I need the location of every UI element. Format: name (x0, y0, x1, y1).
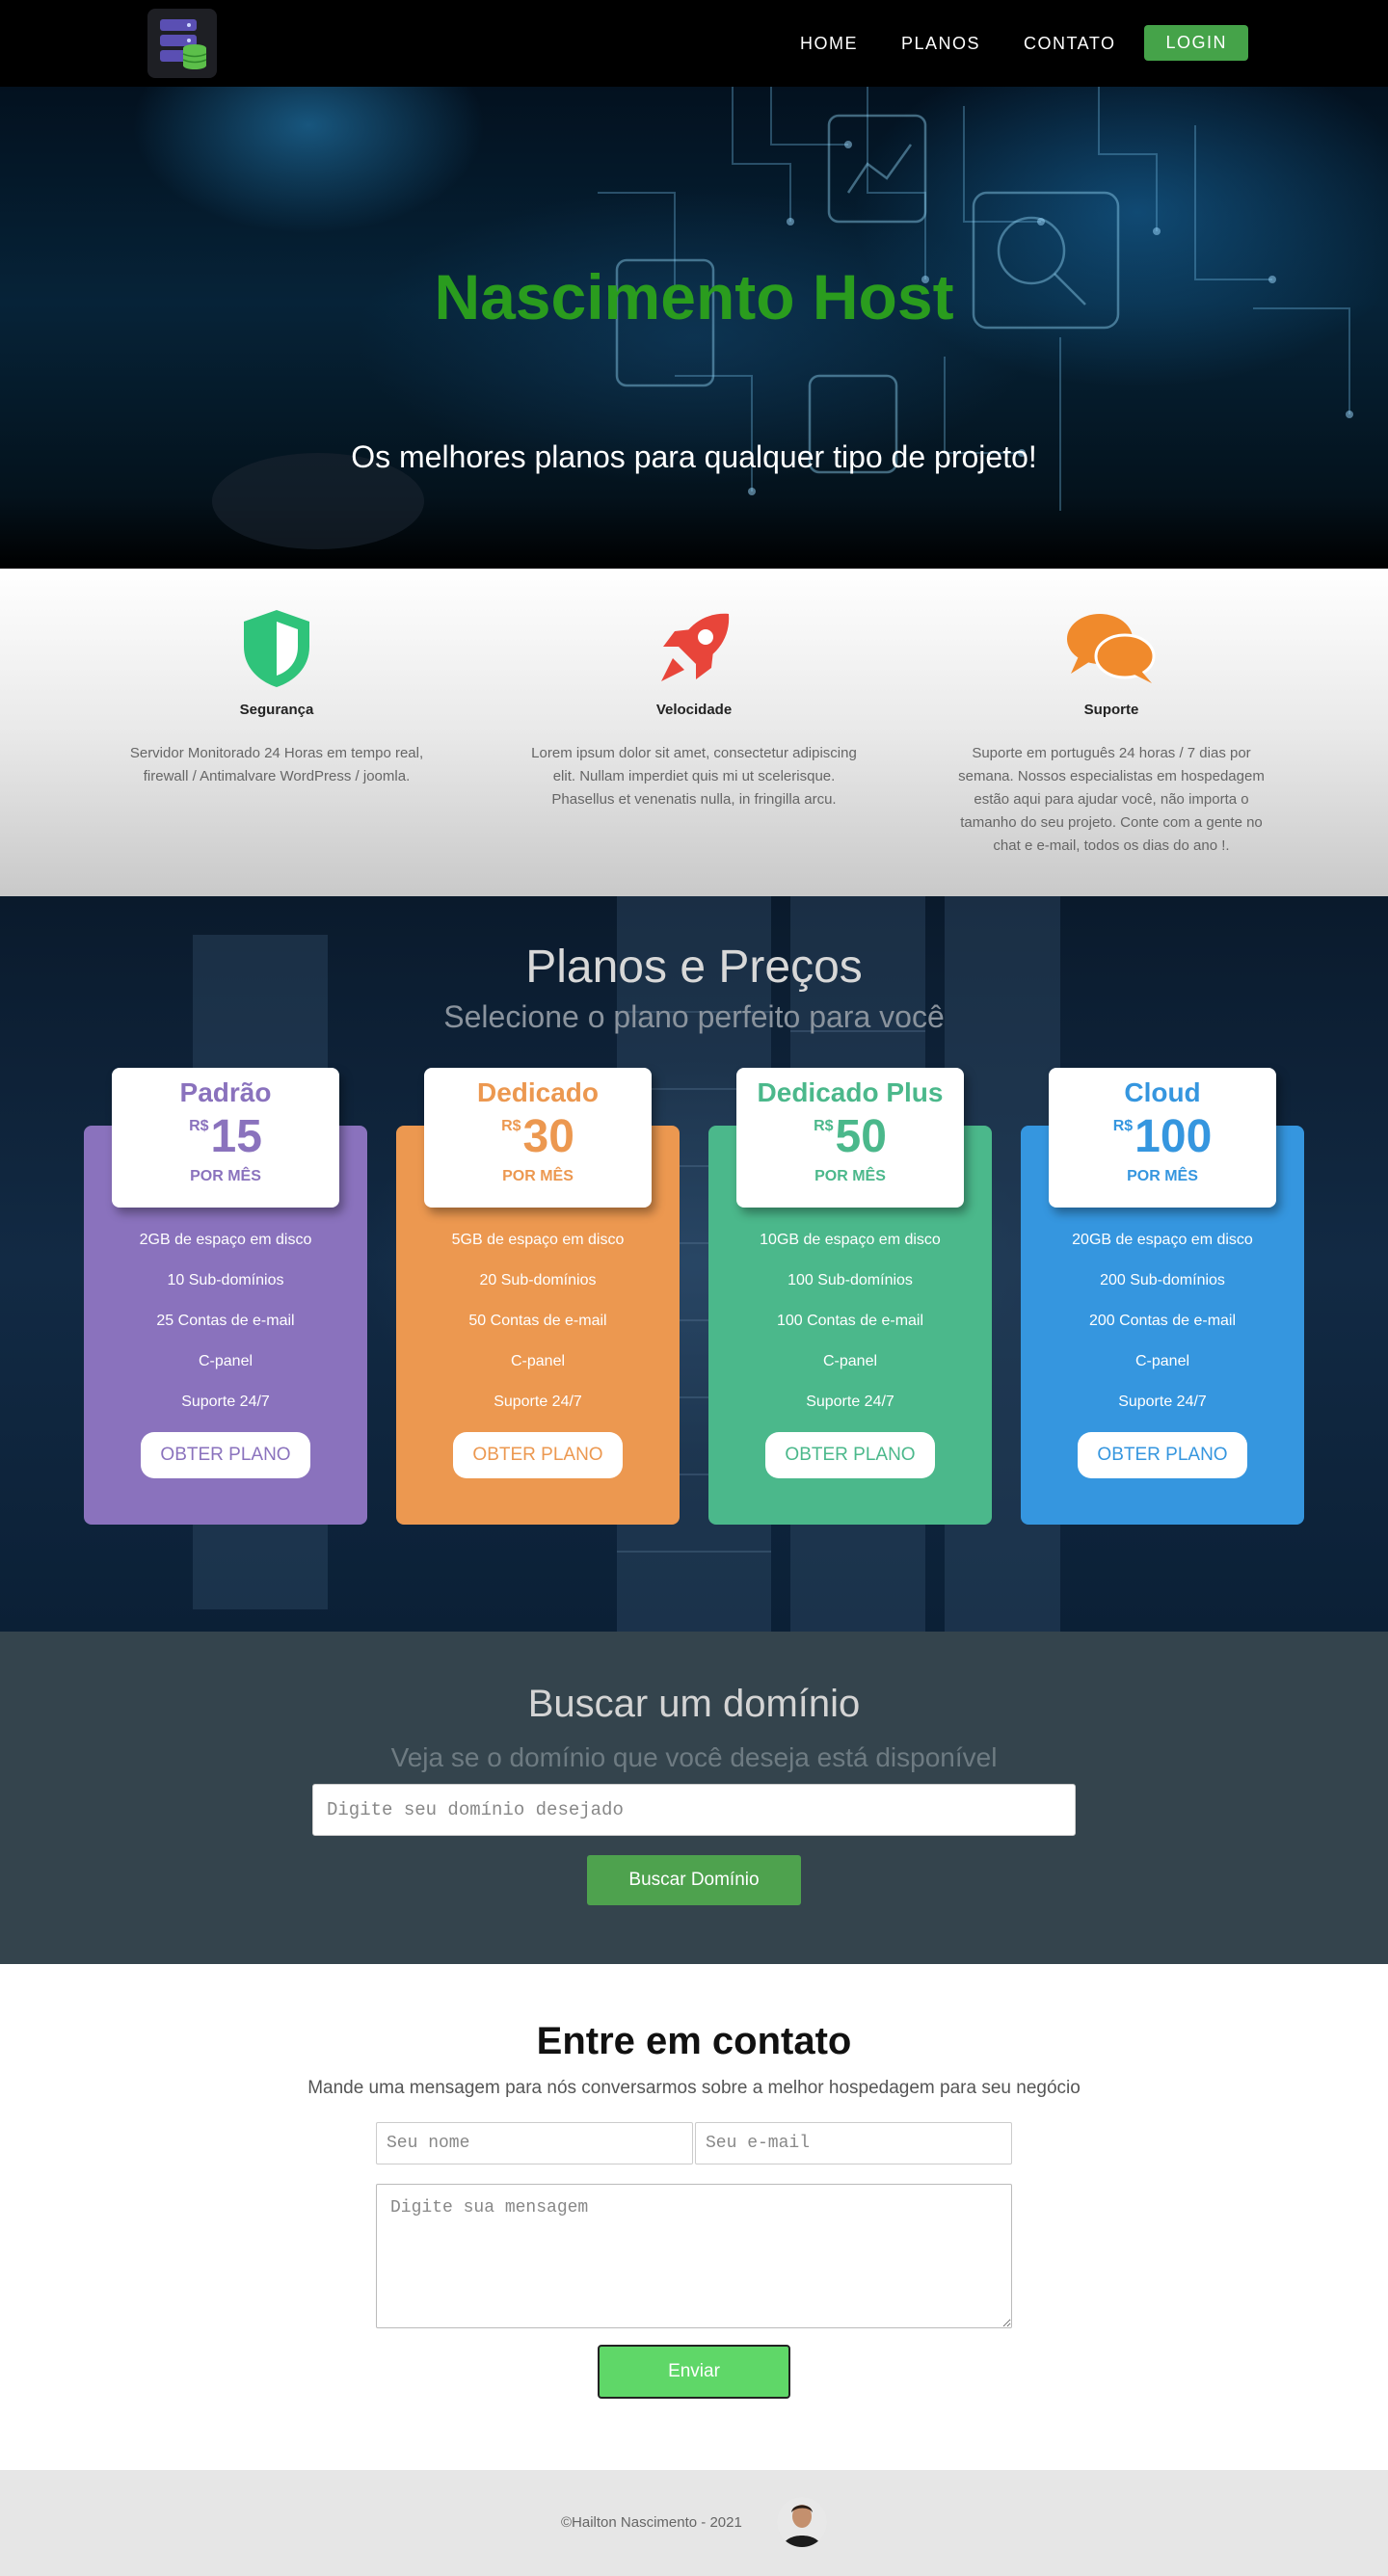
plan-feature: Suporte 24/7 (806, 1394, 894, 1410)
contact-subtitle: Mande uma mensagem para nós conversarmos… (307, 2078, 1081, 2098)
shield-icon (244, 610, 309, 687)
plan-currency: R$ (189, 1118, 209, 1134)
plan-name: Cloud (1124, 1077, 1201, 1107)
plan-price-value: 100 (1134, 1111, 1213, 1162)
feature-text: Suporte em português 24 horas / 7 dias p… (958, 745, 1265, 854)
rocket-icon (661, 613, 730, 681)
plan-period: POR MÊS (190, 1168, 261, 1184)
logo[interactable] (147, 9, 217, 78)
nav-planos-link[interactable]: PLANOS (901, 26, 980, 61)
plan-period: POR MÊS (814, 1168, 886, 1184)
plan-feature: Suporte 24/7 (1118, 1394, 1207, 1410)
domain-subtitle: Veja se o domínio que você deseja está d… (390, 1742, 998, 1772)
footer: ©Hailton Nascimento - 2021 (0, 2470, 1388, 2576)
plan-feature: Suporte 24/7 (494, 1394, 582, 1410)
feature-title: Suporte (1083, 702, 1139, 718)
plan-feature: C-panel (510, 1353, 566, 1369)
plan-price: R$ 100 (1049, 1112, 1276, 1162)
nav-contato-link[interactable]: CONTATO (1024, 26, 1116, 61)
plan-feature: 20 Sub-domínios (479, 1272, 597, 1288)
plan-header: Dedicado R$ 30 POR MÊS (424, 1068, 652, 1208)
obter-plano-button[interactable]: OBTER PLANO (453, 1432, 623, 1478)
top-navbar: HOME PLANOS CONTATO LOGIN (0, 0, 1388, 87)
plan-price-value: 50 (835, 1111, 887, 1162)
contact-title: Entre em contato (536, 2020, 852, 2062)
plan-card-dedicado: Dedicado R$ 30 POR MÊS 5GB de espaço em … (396, 1068, 680, 1525)
domain-search-input[interactable] (312, 1784, 1076, 1836)
plans-title: Planos e Preços (525, 942, 863, 993)
plan-price: R$ 15 (112, 1112, 339, 1162)
plan-header: Padrão R$ 15 POR MÊS (112, 1068, 339, 1208)
hero-subtitle: Os melhores planos para qualquer tipo de… (351, 439, 1037, 474)
plan-feature: 25 Contas de e-mail (156, 1313, 295, 1329)
feature-text: Lorem ipsum dolor sit amet, consectetur … (531, 745, 857, 808)
copyright-text: ©Hailton Nascimento - 2021 (561, 2514, 742, 2531)
name-field[interactable] (376, 2122, 693, 2164)
feature-title: Segurança (239, 702, 314, 718)
plan-currency: R$ (1112, 1118, 1134, 1134)
email-field[interactable] (695, 2122, 1012, 2164)
plan-feature: 200 Contas de e-mail (1088, 1313, 1237, 1329)
plan-currency: R$ (501, 1118, 521, 1134)
obter-plano-button[interactable]: OBTER PLANO (1078, 1432, 1247, 1478)
hero-banner: Nascimento Host Os melhores planos para … (0, 87, 1388, 569)
chat-bubbles-icon (1067, 614, 1156, 683)
plan-feature: 50 Contas de e-mail (468, 1313, 607, 1329)
plans-section: Planos e Preços Selecione o plano perfei… (0, 896, 1388, 1632)
feature-velocidade: Velocidade Lorem ipsum dolor sit amet, c… (530, 605, 858, 811)
hero-title: Nascimento Host (434, 261, 954, 332)
plan-feature: 20GB de espaço em disco (1072, 1232, 1253, 1248)
plan-feature: 2GB de espaço em disco (139, 1232, 312, 1248)
plan-card-dedicado-plus: Dedicado Plus R$ 50 POR MÊS 10GB de espa… (708, 1068, 992, 1525)
domain-search-section: Buscar um domínio Veja se o domínio que … (0, 1632, 1388, 1964)
obter-plano-button[interactable]: OBTER PLANO (765, 1432, 935, 1478)
plan-feature: 100 Sub-domínios (787, 1272, 913, 1288)
plan-name: Dedicado (476, 1077, 600, 1107)
plan-feature: 100 Contas de e-mail (776, 1313, 924, 1329)
plan-card-padrao: Padrão R$ 15 POR MÊS 2GB de espaço em di… (84, 1068, 367, 1525)
plans-subtitle: Selecione o plano perfeito para você (443, 999, 945, 1034)
nav-home-link[interactable]: HOME (800, 26, 858, 61)
message-field[interactable] (376, 2184, 1012, 2328)
plan-feature: C-panel (198, 1353, 254, 1369)
nav-menu: HOME PLANOS CONTATO LOGIN (757, 25, 1248, 61)
plan-feature: 10 Sub-domínios (167, 1272, 284, 1288)
domain-title: Buscar um domínio (527, 1683, 861, 1725)
buscar-dominio-button[interactable]: Buscar Domínio (587, 1855, 801, 1905)
server-database-icon (160, 19, 207, 69)
obter-plano-button[interactable]: OBTER PLANO (141, 1432, 310, 1478)
plan-name: Dedicado Plus (757, 1077, 944, 1107)
plan-feature: Suporte 24/7 (181, 1394, 270, 1410)
plan-feature: 10GB de espaço em disco (760, 1232, 941, 1248)
plan-price-value: 15 (210, 1111, 262, 1162)
plan-features: 5GB de espaço em disco 20 Sub-domínios 5… (396, 1230, 680, 1432)
plan-name: Padrão (179, 1077, 272, 1107)
plan-header: Dedicado Plus R$ 50 POR MÊS (736, 1068, 964, 1208)
plan-features: 2GB de espaço em disco 10 Sub-domínios 2… (84, 1230, 367, 1432)
plan-features: 20GB de espaço em disco 200 Sub-domínios… (1021, 1230, 1304, 1432)
plan-price: R$ 50 (736, 1112, 964, 1162)
features-section: Segurança Servidor Monitorado 24 Horas e… (0, 569, 1388, 896)
feature-text: Servidor Monitorado 24 Horas em tempo re… (129, 745, 424, 784)
feature-seguranca: Segurança Servidor Monitorado 24 Horas e… (113, 605, 440, 788)
plan-feature: 5GB de espaço em disco (451, 1232, 625, 1248)
plan-currency: R$ (814, 1118, 834, 1134)
avatar (777, 2497, 827, 2547)
person-avatar-icon (777, 2497, 827, 2547)
plan-price: R$ 30 (424, 1112, 652, 1162)
feature-title: Velocidade (655, 702, 733, 718)
plan-card-cloud: Cloud R$ 100 POR MÊS 20GB de espaço em d… (1021, 1068, 1304, 1525)
plan-feature: C-panel (822, 1353, 878, 1369)
plan-feature: C-panel (1134, 1353, 1190, 1369)
plan-feature: 200 Sub-domínios (1100, 1272, 1225, 1288)
login-button[interactable]: LOGIN (1144, 25, 1248, 61)
contact-section: Entre em contato Mande uma mensagem para… (0, 1964, 1388, 2470)
feature-suporte: Suporte Suporte em português 24 horas / … (948, 605, 1275, 858)
enviar-button[interactable]: Enviar (598, 2345, 790, 2399)
plan-header: Cloud R$ 100 POR MÊS (1049, 1068, 1276, 1208)
plan-period: POR MÊS (502, 1168, 574, 1184)
plan-price-value: 30 (522, 1111, 574, 1162)
plan-features: 10GB de espaço em disco 100 Sub-domínios… (708, 1230, 992, 1432)
plan-period: POR MÊS (1127, 1168, 1198, 1184)
